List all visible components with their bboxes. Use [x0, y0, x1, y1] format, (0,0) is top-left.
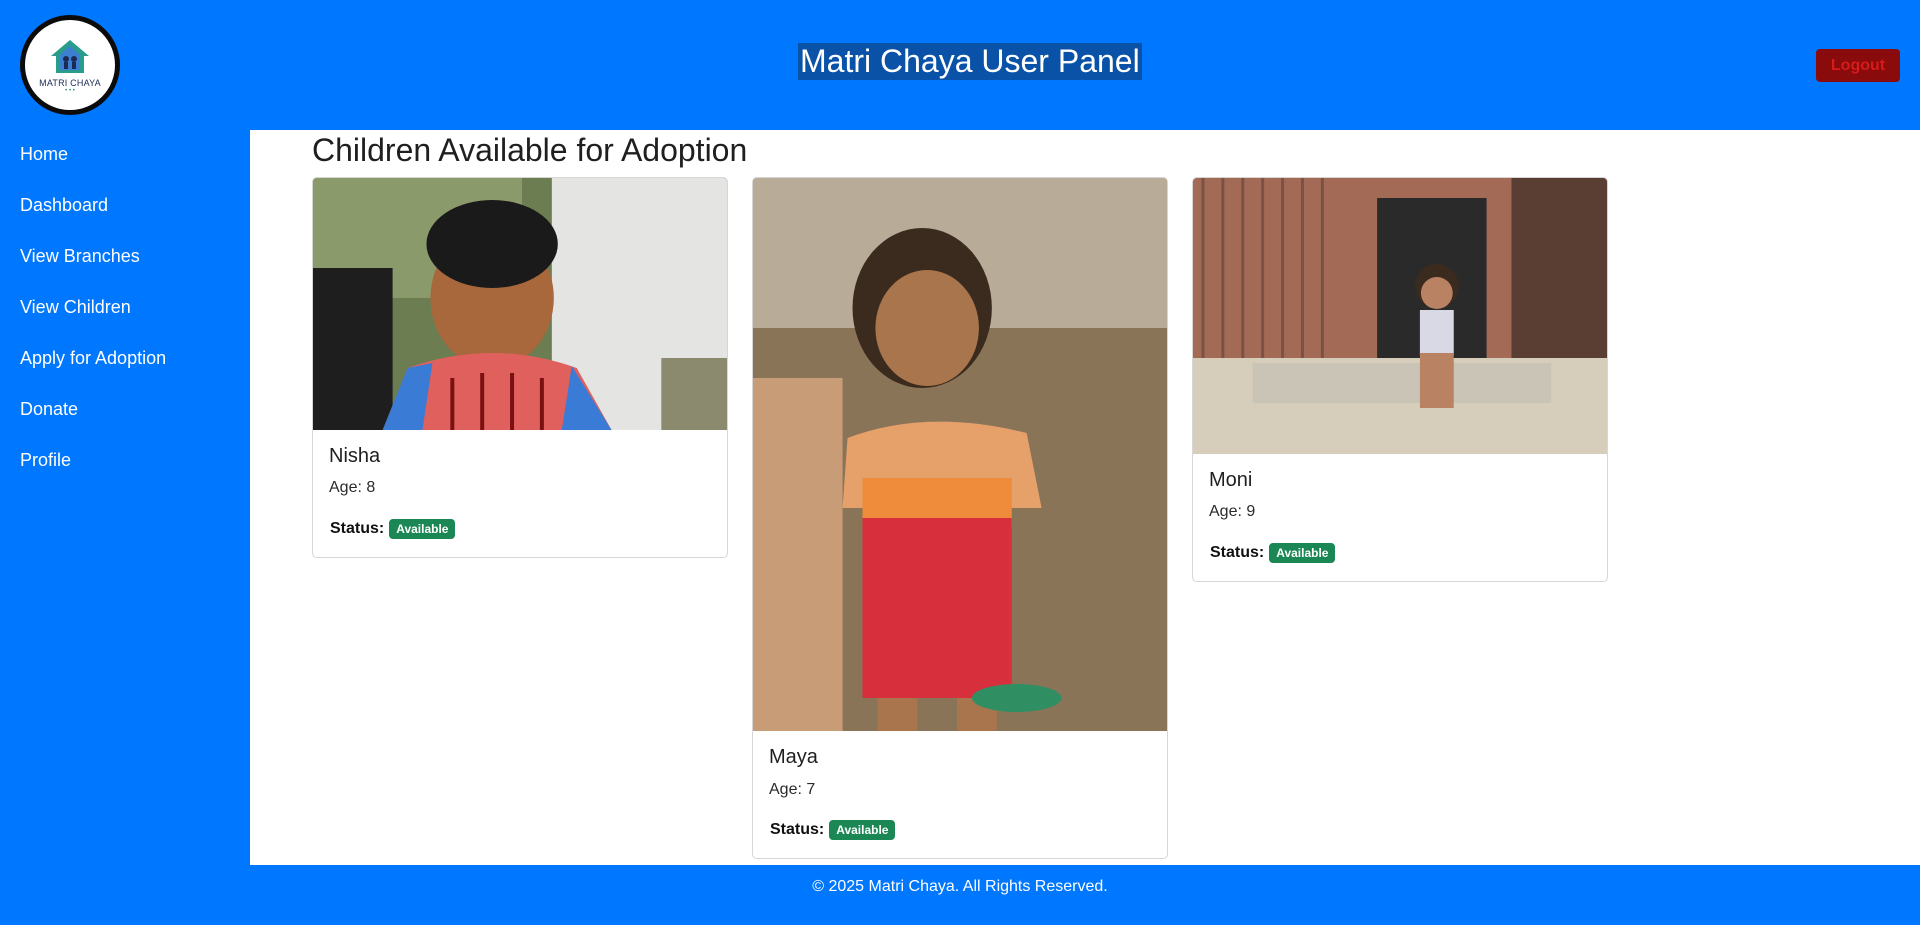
child-age: Age: 8	[329, 479, 376, 496]
house-logo-icon	[51, 39, 89, 73]
sidebar-item-home[interactable]: Home	[20, 144, 68, 165]
sidebar-item-view-children[interactable]: View Children	[20, 297, 131, 318]
child-photo-icon	[1193, 178, 1607, 454]
header: MATRI CHAYA • • • Matri Chaya User Panel…	[0, 0, 1920, 130]
status-label: Status:	[770, 821, 825, 838]
footer-text: © 2025 Matri Chaya. All Rights Reserved.	[812, 878, 1108, 895]
child-photo-icon	[313, 178, 727, 430]
footer: © 2025 Matri Chaya. All Rights Reserved.	[0, 865, 1920, 925]
sidebar-item-apply-for-adoption[interactable]: Apply for Adoption	[20, 348, 166, 369]
child-card[interactable]: Maya Age: 7 Status: Available	[752, 177, 1168, 859]
sidebar-item-dashboard[interactable]: Dashboard	[20, 195, 108, 216]
child-name: Moni	[1209, 469, 1253, 491]
status-label: Status:	[330, 520, 385, 537]
logout-button[interactable]: Logout	[1816, 49, 1900, 82]
child-photo-icon	[753, 178, 1167, 731]
sidebar-item-view-branches[interactable]: View Branches	[20, 246, 140, 267]
child-name: Nisha	[329, 445, 381, 467]
status-row: Status: Available	[770, 820, 896, 840]
sidebar-item-profile[interactable]: Profile	[20, 450, 71, 471]
child-photo[interactable]	[753, 178, 1167, 731]
logo-text: MATRI CHAYA	[39, 77, 101, 88]
child-card[interactable]: Moni Age: 9 Status: Available	[1192, 177, 1608, 582]
child-photo[interactable]	[1193, 178, 1607, 454]
child-photo[interactable]	[313, 178, 727, 430]
status-label: Status:	[1210, 544, 1265, 561]
child-name: Maya	[769, 746, 818, 768]
status-badge: Available	[829, 820, 896, 840]
child-age: Age: 9	[1209, 503, 1256, 520]
status-badge: Available	[1269, 543, 1336, 563]
sidebar-item-donate[interactable]: Donate	[20, 399, 78, 420]
status-row: Status: Available	[1210, 543, 1336, 563]
child-age: Age: 7	[769, 781, 816, 798]
child-card[interactable]: Nisha Age: 8 Status: Available	[312, 177, 728, 558]
sidebar: Home Dashboard View Branches View Childr…	[0, 130, 250, 865]
status-badge: Available	[389, 519, 456, 539]
logo-decoration: • • •	[65, 87, 75, 94]
section-title: Children Available for Adoption	[312, 132, 748, 168]
status-row: Status: Available	[330, 519, 456, 539]
logo[interactable]: MATRI CHAYA • • •	[20, 15, 120, 115]
main-content: Children Available for Adoption Nisha Ag…	[250, 130, 1920, 865]
page-title: Matri Chaya User Panel	[798, 43, 1142, 80]
